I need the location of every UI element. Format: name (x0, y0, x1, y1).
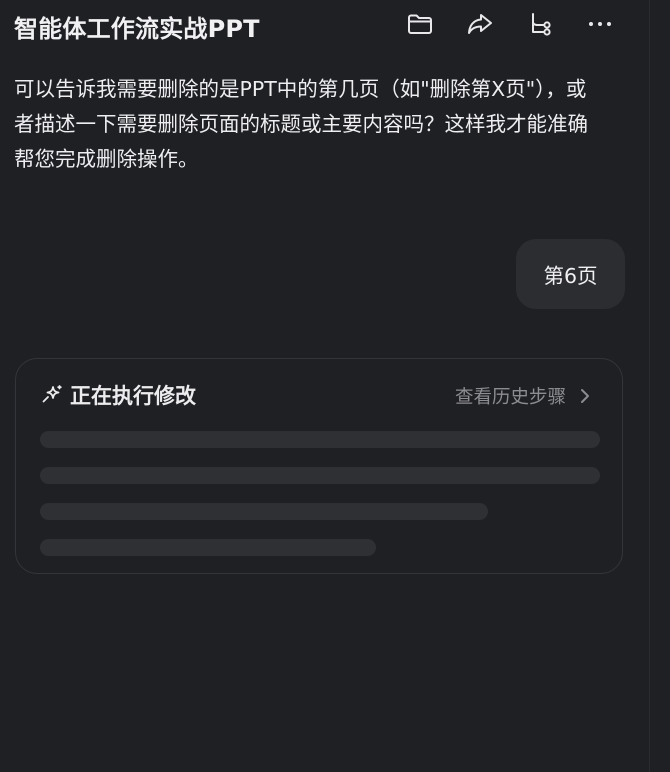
task-status-label: 正在执行修改 (70, 384, 196, 408)
header-bar: 智能体工作流实战PPT (0, 0, 650, 52)
sparkle-icon (40, 383, 64, 407)
more-icon[interactable] (586, 10, 614, 38)
view-history-label: 查看历史步骤 (454, 387, 566, 408)
chevron-right-icon (580, 388, 590, 404)
skeleton-line (40, 503, 488, 520)
page-title: 智能体工作流实战PPT (14, 15, 260, 43)
branch-icon[interactable] (526, 10, 554, 38)
skeleton-line (40, 467, 600, 484)
task-status-card: 正在执行修改 查看历史步骤 (15, 358, 623, 574)
task-status-header: 正在执行修改 (40, 381, 196, 409)
skeleton-line (40, 539, 376, 556)
assistant-message: 可以告诉我需要删除的是PPT中的第几页（如"删除第X页"），或者描述一下需要删除… (14, 77, 588, 171)
user-message-bubble: 第6页 (516, 239, 625, 309)
folder-icon[interactable] (406, 10, 434, 38)
scrollbar[interactable] (649, 0, 670, 772)
skeleton-line (40, 431, 600, 448)
share-icon[interactable] (466, 10, 494, 38)
view-history-link[interactable]: 查看历史步骤 (455, 383, 590, 409)
app-window: 智能体工作流实战PPT 可以告诉我需要删除的是PPT中的第几页（如"删除第X页"… (0, 0, 670, 772)
